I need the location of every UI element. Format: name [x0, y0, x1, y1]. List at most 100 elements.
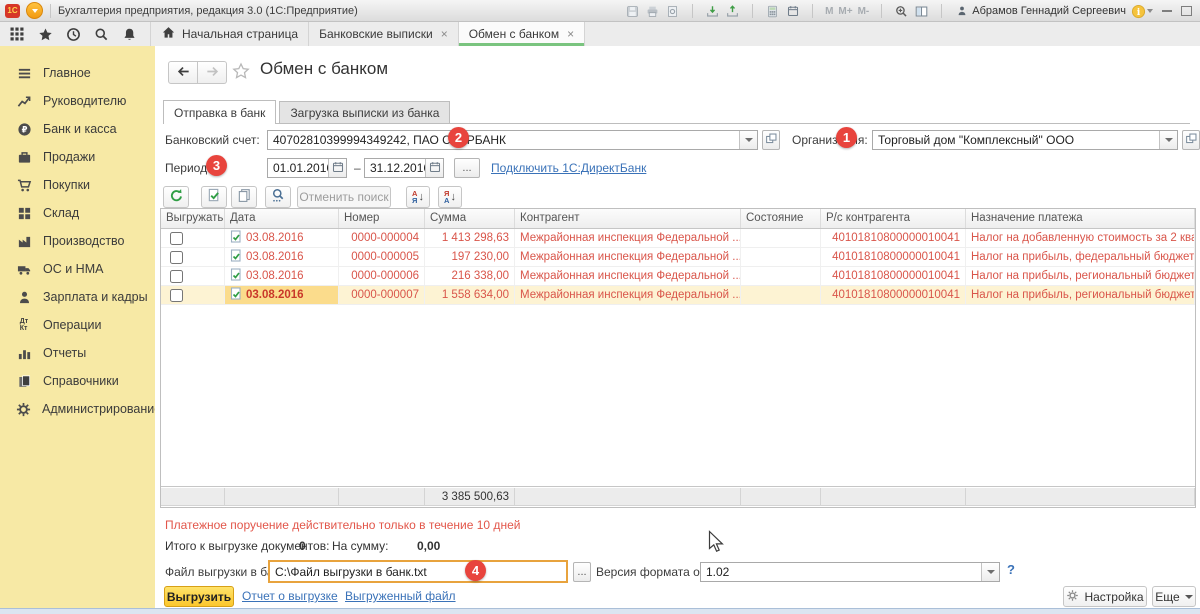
- period-to-field[interactable]: 31.12.2016: [364, 158, 444, 178]
- close-tab-icon[interactable]: ×: [441, 27, 448, 41]
- more-button[interactable]: Еще: [1152, 586, 1196, 607]
- row-date: 03.08.2016: [246, 232, 304, 244]
- column-header[interactable]: Назначение платежа: [966, 209, 1195, 228]
- refresh-button[interactable]: [163, 186, 189, 208]
- column-header[interactable]: Р/с контрагента: [821, 209, 966, 228]
- sidebar-item-main[interactable]: Главное: [0, 59, 155, 87]
- row-checkbox[interactable]: [170, 232, 183, 245]
- sidebar-item-purchases[interactable]: Покупки: [0, 171, 155, 199]
- sidebar-item-reports[interactable]: Отчеты: [0, 339, 155, 367]
- memory-mplus-button[interactable]: M+: [838, 6, 852, 17]
- tab-send-to-bank[interactable]: Отправка в банк: [163, 100, 276, 124]
- sidebar-item-administration[interactable]: Администрирование: [0, 395, 155, 423]
- table-row[interactable]: 03.08.20160000-000005197 230,00Межрайонн…: [161, 248, 1195, 267]
- import-icon[interactable]: [705, 4, 720, 19]
- bank-account-dropdown-icon[interactable]: [739, 131, 757, 149]
- row-checkbox[interactable]: [170, 289, 183, 302]
- sidebar-item-warehouse[interactable]: Склад: [0, 199, 155, 227]
- favorites-star-icon[interactable]: [38, 27, 53, 42]
- sidebar-item-bank-cash[interactable]: ₽ Банк и касса: [0, 115, 155, 143]
- search-icon[interactable]: [94, 27, 109, 42]
- uploaded-file-link[interactable]: Выгруженный файл: [345, 589, 456, 603]
- main-menu-button[interactable]: [26, 2, 43, 19]
- apps-grid-icon[interactable]: [9, 26, 25, 42]
- maximize-button[interactable]: [1181, 6, 1192, 16]
- tab-load-statement[interactable]: Загрузка выписки из банка: [279, 101, 450, 123]
- bank-account-field[interactable]: 40702810399994349242, ПАО СБЕРБАНК: [267, 130, 758, 150]
- close-tab-icon[interactable]: ×: [567, 27, 574, 41]
- period-from-field[interactable]: 01.01.2016: [267, 158, 347, 178]
- sidebar-item-manager[interactable]: Руководителю: [0, 87, 155, 115]
- organization-dropdown-icon[interactable]: [1159, 131, 1177, 149]
- row-checkbox[interactable]: [170, 251, 183, 264]
- open-organization-button[interactable]: [1182, 130, 1200, 150]
- column-header[interactable]: Дата: [225, 209, 339, 228]
- sort-asc-button[interactable]: АЯ↓: [406, 186, 430, 208]
- check-all-button[interactable]: [201, 186, 227, 208]
- export-icon[interactable]: [725, 4, 740, 19]
- tab-label: Банковские выписки: [319, 27, 433, 41]
- column-header[interactable]: Выгружать: [161, 209, 225, 228]
- minimize-button[interactable]: [1162, 10, 1172, 12]
- memory-m-button[interactable]: M: [825, 6, 833, 17]
- tab-bank-statements[interactable]: Банковские выписки ×: [308, 22, 458, 46]
- column-header[interactable]: Контрагент: [515, 209, 741, 228]
- zoom-icon[interactable]: [894, 4, 909, 19]
- column-header[interactable]: Номер: [339, 209, 425, 228]
- table-body: 03.08.20160000-0000041 413 298,63Межрайо…: [161, 229, 1195, 486]
- sidebar-item-sales[interactable]: Продажи: [0, 143, 155, 171]
- history-clock-icon[interactable]: [66, 27, 81, 42]
- tab-bank-exchange[interactable]: Обмен с банком ×: [458, 22, 585, 46]
- notifications-bell-icon[interactable]: [122, 27, 137, 42]
- save-icon[interactable]: [625, 4, 640, 19]
- print-preview-icon[interactable]: [665, 4, 680, 19]
- sidebar-item-operations[interactable]: ДтКт Операции: [0, 311, 155, 339]
- organization-field[interactable]: Торговый дом "Комплексный" ООО: [872, 130, 1178, 150]
- directbank-link[interactable]: Подключить 1С:ДиректБанк: [491, 161, 646, 175]
- memory-mminus-button[interactable]: M-: [858, 6, 870, 17]
- calendar-icon[interactable]: [328, 159, 346, 177]
- split-view-icon[interactable]: [914, 4, 929, 19]
- totals-sum-label: На сумму:: [332, 539, 389, 553]
- info-button[interactable]: i: [1131, 4, 1153, 19]
- user-name: Абрамов Геннадий Сергеевич: [972, 5, 1126, 17]
- quick-icons: [0, 22, 150, 46]
- table-row[interactable]: 03.08.20160000-0000071 558 634,00Межрайо…: [161, 286, 1195, 305]
- column-header[interactable]: Сумма: [425, 209, 515, 228]
- column-header[interactable]: Состояние: [741, 209, 821, 228]
- tab-home[interactable]: Начальная страница: [150, 22, 308, 46]
- sort-desc-button[interactable]: ЯА↓: [438, 186, 462, 208]
- sidebar-item-label: Отчеты: [43, 346, 86, 360]
- print-icon[interactable]: [645, 4, 660, 19]
- current-user[interactable]: Абрамов Геннадий Сергеевич: [954, 4, 1126, 19]
- cancel-search-button[interactable]: Отменить поиск: [297, 186, 391, 208]
- sidebar-item-label: Покупки: [43, 178, 90, 192]
- forward-button[interactable]: [198, 61, 227, 84]
- table-row[interactable]: 03.08.20160000-000006216 338,00Межрайонн…: [161, 267, 1195, 286]
- totals-docs-value: 0: [299, 539, 306, 553]
- totals-sum-value: 0,00: [417, 539, 440, 553]
- open-bank-account-button[interactable]: [762, 130, 780, 150]
- period-more-button[interactable]: ...: [454, 158, 480, 178]
- sidebar-item-directories[interactable]: Справочники: [0, 367, 155, 395]
- upload-file-field[interactable]: C:\Файл выгрузки в банк.txt: [268, 560, 568, 583]
- upload-report-link[interactable]: Отчет о выгрузке: [242, 589, 338, 603]
- browse-file-button[interactable]: ...: [573, 562, 591, 582]
- format-version-dropdown-icon[interactable]: [981, 563, 999, 581]
- favorite-star-icon[interactable]: [232, 62, 250, 83]
- upload-button[interactable]: Выгрузить: [164, 586, 234, 607]
- sidebar-item-fixed-assets[interactable]: ОС и НМА: [0, 255, 155, 283]
- calculator-icon[interactable]: [765, 4, 780, 19]
- format-version-field[interactable]: 1.02: [700, 562, 1000, 582]
- row-checkbox[interactable]: [170, 270, 183, 283]
- table-row[interactable]: 03.08.20160000-0000041 413 298,63Межрайо…: [161, 229, 1195, 248]
- find-button[interactable]: [265, 186, 291, 208]
- calendar-icon[interactable]: [425, 159, 443, 177]
- sidebar-item-salary-hr[interactable]: Зарплата и кадры: [0, 283, 155, 311]
- calendar-icon[interactable]: [785, 4, 800, 19]
- back-button[interactable]: [168, 61, 198, 84]
- sidebar-item-production[interactable]: Производство: [0, 227, 155, 255]
- help-link[interactable]: ?: [1007, 562, 1015, 577]
- settings-button[interactable]: Настройка: [1063, 586, 1147, 607]
- clear-flags-button[interactable]: [231, 186, 257, 208]
